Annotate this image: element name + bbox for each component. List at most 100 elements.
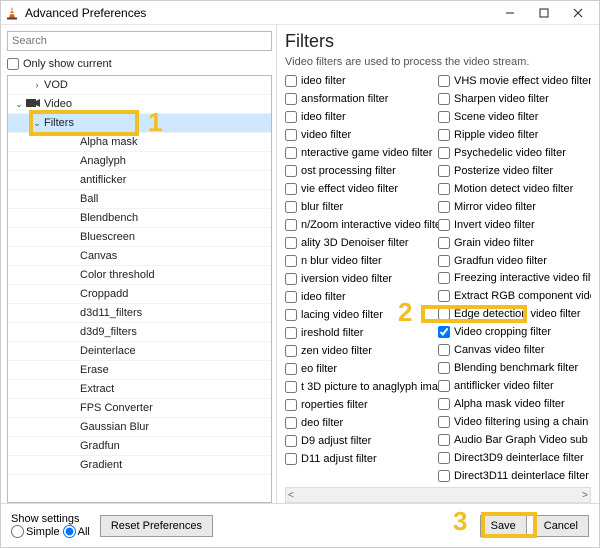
filter-checkbox[interactable] <box>438 470 450 482</box>
tree-item[interactable]: Gaussian Blur <box>8 418 271 437</box>
filter-label: lacing video filter <box>301 309 383 321</box>
filter-checkbox[interactable] <box>285 417 297 429</box>
filters-col-left: ideo filteransformation filterideo filte… <box>285 72 438 485</box>
filter-checkbox[interactable] <box>438 111 450 123</box>
filter-checkbox[interactable] <box>285 345 297 357</box>
filter-checkbox[interactable] <box>285 147 297 159</box>
filter-checkbox[interactable] <box>438 326 450 338</box>
tree-item-label: Gradient <box>80 459 122 471</box>
filter-checkbox[interactable] <box>285 453 297 465</box>
filter-checkbox[interactable] <box>285 75 297 87</box>
tree-item[interactable]: Blendbench <box>8 209 271 228</box>
tree-item[interactable]: antiflicker <box>8 171 271 190</box>
body: Only show current ›VOD⌄Video⌄FiltersAlph… <box>1 25 599 503</box>
filter-label: iversion video filter <box>301 273 392 285</box>
filter-row: zen video filter <box>285 342 438 360</box>
filter-checkbox[interactable] <box>285 399 297 411</box>
tree-item[interactable]: Bluescreen <box>8 228 271 247</box>
tree-item[interactable]: Croppadd <box>8 285 271 304</box>
filter-checkbox[interactable] <box>438 129 450 141</box>
filter-checkbox[interactable] <box>438 147 450 159</box>
horizontal-scrollbar[interactable]: < > <box>285 487 591 503</box>
filter-row: Canvas video filter <box>438 341 591 359</box>
tree-item[interactable]: ⌄Video <box>8 95 271 114</box>
filter-checkbox[interactable] <box>438 308 450 320</box>
filters-list: ideo filteransformation filterideo filte… <box>285 72 591 485</box>
filter-checkbox[interactable] <box>438 201 450 213</box>
close-button[interactable] <box>561 2 595 24</box>
tree-item[interactable]: ⌄Filters <box>8 114 271 133</box>
save-button[interactable]: Save <box>480 515 527 537</box>
cancel-button[interactable]: Cancel <box>533 515 589 537</box>
right-pane: Filters Video filters are used to proces… <box>277 25 599 503</box>
tree-item[interactable]: Ball <box>8 190 271 209</box>
filter-checkbox[interactable] <box>285 219 297 231</box>
filter-label: Gradfun video filter <box>454 255 547 267</box>
filter-row: ansformation filter <box>285 90 438 108</box>
preferences-tree[interactable]: ›VOD⌄Video⌄FiltersAlpha maskAnaglyph anti… <box>7 75 272 503</box>
tree-item[interactable]: d3d11_filters <box>8 304 271 323</box>
filter-checkbox[interactable] <box>285 381 297 393</box>
tree-item[interactable]: Gradfun <box>8 437 271 456</box>
radio-simple-label[interactable]: Simple <box>11 525 60 538</box>
tree-item[interactable]: Alpha mask <box>8 133 271 152</box>
radio-simple[interactable] <box>11 525 24 538</box>
filter-checkbox[interactable] <box>438 165 450 177</box>
tree-item[interactable]: Color threshold <box>8 266 271 285</box>
filter-checkbox[interactable] <box>285 291 297 303</box>
filter-checkbox[interactable] <box>438 290 450 302</box>
tree-item-label: antiflicker <box>80 174 126 186</box>
filter-checkbox[interactable] <box>438 398 450 410</box>
tree-item[interactable]: Gradient <box>8 456 271 475</box>
filter-checkbox[interactable] <box>438 452 450 464</box>
tree-item-label: FPS Converter <box>80 402 153 414</box>
filter-checkbox[interactable] <box>285 435 297 447</box>
filter-checkbox[interactable] <box>285 201 297 213</box>
filter-checkbox[interactable] <box>285 183 297 195</box>
minimize-button[interactable] <box>493 2 527 24</box>
tree-item[interactable]: Deinterlace <box>8 342 271 361</box>
tree-item[interactable]: Canvas <box>8 247 271 266</box>
filter-checkbox[interactable] <box>285 327 297 339</box>
filter-checkbox[interactable] <box>285 165 297 177</box>
filter-checkbox[interactable] <box>285 237 297 249</box>
reset-preferences-button[interactable]: Reset Preferences <box>100 515 213 537</box>
tree-item[interactable]: ›VOD <box>8 76 271 95</box>
filter-checkbox[interactable] <box>285 273 297 285</box>
filter-checkbox[interactable] <box>285 111 297 123</box>
tree-item-label: Extract <box>80 383 114 395</box>
filter-checkbox[interactable] <box>438 344 450 356</box>
filter-checkbox[interactable] <box>438 93 450 105</box>
filter-checkbox[interactable] <box>438 416 450 428</box>
search-input[interactable] <box>7 31 272 51</box>
radio-all[interactable] <box>63 525 76 538</box>
filter-checkbox[interactable] <box>285 93 297 105</box>
filter-checkbox[interactable] <box>438 183 450 195</box>
window-buttons <box>493 2 595 24</box>
video-icon <box>26 98 40 110</box>
tree-item[interactable]: d3d9_filters <box>8 323 271 342</box>
tree-item[interactable]: Erase <box>8 361 271 380</box>
maximize-button[interactable] <box>527 2 561 24</box>
filter-checkbox[interactable] <box>438 272 450 284</box>
filter-row: Direct3D9 deinterlace filter <box>438 449 591 467</box>
scroll-right-icon: > <box>582 490 588 501</box>
filter-checkbox[interactable] <box>438 362 450 374</box>
filter-row: ality 3D Denoiser filter <box>285 234 438 252</box>
filter-label: Grain video filter <box>454 237 534 249</box>
filter-checkbox[interactable] <box>438 237 450 249</box>
tree-item[interactable]: Extract <box>8 380 271 399</box>
radio-all-label[interactable]: All <box>63 525 90 538</box>
only-show-current-checkbox[interactable] <box>7 58 19 70</box>
filter-checkbox[interactable] <box>285 129 297 141</box>
filter-checkbox[interactable] <box>285 255 297 267</box>
filter-checkbox[interactable] <box>285 309 297 321</box>
filter-checkbox[interactable] <box>438 75 450 87</box>
filter-checkbox[interactable] <box>438 219 450 231</box>
filter-checkbox[interactable] <box>438 380 450 392</box>
filter-checkbox[interactable] <box>285 363 297 375</box>
filter-checkbox[interactable] <box>438 255 450 267</box>
filter-checkbox[interactable] <box>438 434 450 446</box>
tree-item[interactable]: Anaglyph <box>8 152 271 171</box>
tree-item[interactable]: FPS Converter <box>8 399 271 418</box>
